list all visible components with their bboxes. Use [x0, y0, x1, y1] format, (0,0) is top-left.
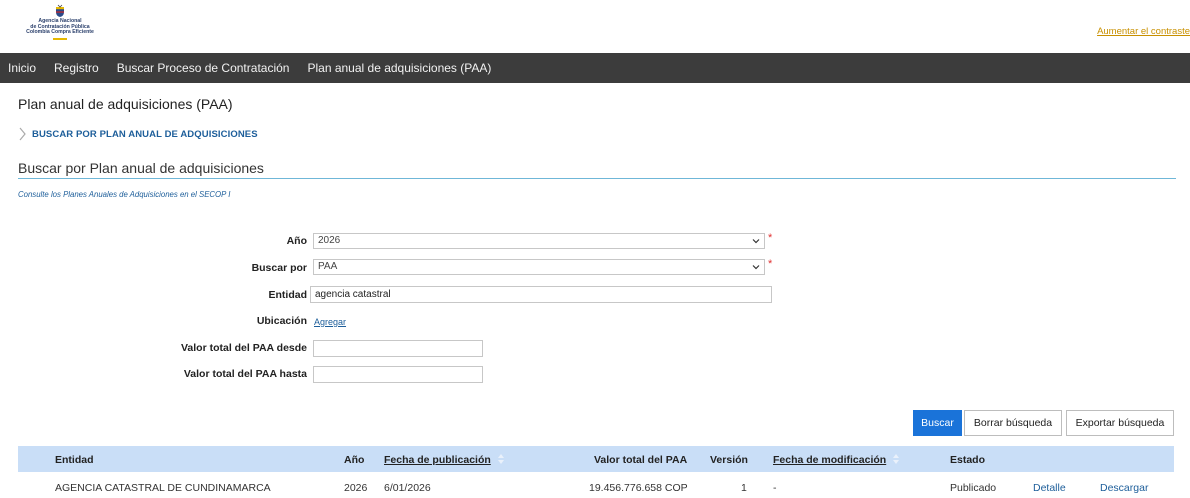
- col-entidad: Entidad: [55, 454, 94, 466]
- valor-desde-input[interactable]: [313, 340, 483, 357]
- col-fecha-publicacion[interactable]: Fecha de publicación: [384, 454, 491, 466]
- cell-estado: Publicado: [950, 482, 997, 494]
- cell-valor-total: 19.456.776.658 COP: [589, 482, 688, 494]
- required-mark: *: [768, 258, 773, 270]
- cell-entidad: AGENCIA CATASTRAL DE CUNDINAMARCA: [55, 482, 271, 494]
- col-valor-total: Valor total del PAA: [594, 454, 688, 466]
- nav-item-registro[interactable]: Registro: [54, 61, 99, 75]
- sort-icon[interactable]: [892, 453, 900, 465]
- buscar-por-label: Buscar por: [251, 262, 307, 274]
- main-nav: Inicio Registro Buscar Proceso de Contra…: [0, 53, 1190, 83]
- table-row: AGENCIA CATASTRAL DE CUNDINAMARCA 2026 6…: [18, 473, 1174, 498]
- nav-item-plan-anual[interactable]: Plan anual de adquisiciones (PAA): [307, 61, 491, 75]
- descargar-link[interactable]: Descargar: [1100, 482, 1148, 494]
- breadcrumb-label: BUSCAR POR PLAN ANUAL DE ADQUISICIONES: [32, 128, 258, 140]
- valor-hasta-input[interactable]: [313, 366, 483, 383]
- col-estado: Estado: [950, 454, 986, 466]
- increase-contrast-link[interactable]: Aumentar el contraste: [1097, 26, 1190, 37]
- coat-of-arms-icon: [56, 4, 64, 17]
- col-version: Versión: [710, 454, 748, 466]
- col-fecha-modificacion[interactable]: Fecha de modificación: [773, 454, 886, 466]
- anio-select-value: 2026: [318, 235, 341, 246]
- valor-hasta-label: Valor total del PAA hasta: [183, 368, 307, 380]
- logo-line-3: Colombia Compra Eficiente: [26, 29, 94, 36]
- cell-version: 1: [741, 482, 747, 494]
- anio-select[interactable]: 2026: [313, 233, 765, 249]
- anio-label: Año: [286, 235, 307, 247]
- chevron-down-icon: [752, 239, 760, 244]
- required-mark: *: [768, 232, 773, 244]
- detalle-link[interactable]: Detalle: [1033, 482, 1066, 494]
- cell-fecha-publicacion: 6/01/2026: [384, 482, 431, 494]
- buscar-por-select-value: PAA: [318, 261, 338, 272]
- borrar-busqueda-button[interactable]: Borrar búsqueda: [964, 410, 1062, 436]
- breadcrumb[interactable]: BUSCAR POR PLAN ANUAL DE ADQUISICIONES: [18, 127, 258, 141]
- section-divider: [18, 178, 1176, 179]
- page-title: Plan anual de adquisiciones (PAA): [18, 96, 233, 112]
- logo-underline: [53, 37, 67, 40]
- entidad-label: Entidad: [268, 289, 308, 301]
- agency-logo[interactable]: Agencia Nacional de Contratación Pública…: [8, 4, 112, 48]
- valor-desde-label: Valor total del PAA desde: [180, 342, 307, 354]
- entidad-input[interactable]: agencia catastral: [310, 286, 772, 303]
- nav-item-buscar-proceso[interactable]: Buscar Proceso de Contratación: [117, 61, 290, 75]
- sort-icon[interactable]: [497, 453, 505, 465]
- cell-fecha-modificacion: -: [773, 482, 777, 494]
- agregar-ubicacion-link[interactable]: Agregar: [314, 317, 346, 327]
- chevron-right-icon: [19, 127, 26, 141]
- col-anio: Año: [344, 454, 365, 466]
- nav-item-inicio[interactable]: Inicio: [8, 61, 36, 75]
- header: Agencia Nacional de Contratación Pública…: [0, 0, 1190, 53]
- chevron-down-icon: [752, 265, 760, 270]
- ubicacion-label: Ubicación: [256, 315, 307, 327]
- section-title: Buscar por Plan anual de adquisiciones: [18, 160, 264, 176]
- exportar-busqueda-button[interactable]: Exportar búsqueda: [1066, 410, 1174, 436]
- results-table-header: Entidad Año Fecha de publicación Valor t…: [18, 446, 1174, 472]
- secop-i-link[interactable]: Consulte los Planes Anuales de Adquisici…: [18, 190, 230, 199]
- cell-anio: 2026: [344, 482, 368, 494]
- buscar-button[interactable]: Buscar: [913, 410, 962, 436]
- buscar-por-select[interactable]: PAA: [313, 259, 765, 275]
